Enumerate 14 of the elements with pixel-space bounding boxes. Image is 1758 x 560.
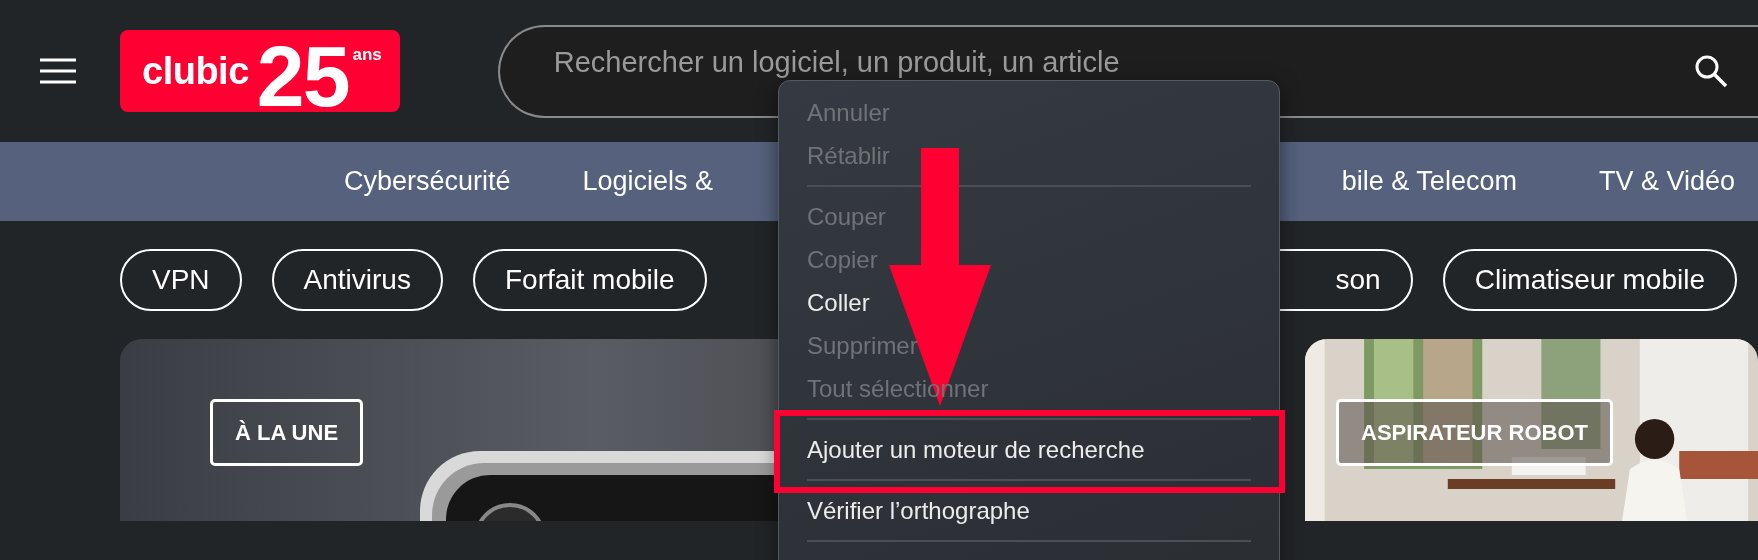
card-tag[interactable]: À LA UNE bbox=[210, 399, 364, 466]
nav-link[interactable]: TV & Vidéo bbox=[1598, 161, 1735, 202]
category-chip[interactable]: Antivirus bbox=[271, 249, 443, 311]
menu-icon[interactable] bbox=[40, 58, 76, 84]
search-icon[interactable] bbox=[1694, 53, 1728, 88]
category-chip[interactable]: VPN bbox=[120, 249, 242, 311]
category-chip[interactable]: Climatiseur mobile bbox=[1442, 249, 1737, 311]
menu-item[interactable]: Ajouter un moteur de recherche bbox=[779, 428, 1279, 471]
nav-link[interactable]: Cybersécurité bbox=[344, 161, 511, 202]
nav-link[interactable]: bile & Telecom bbox=[1341, 161, 1517, 202]
category-chip[interactable]: Forfait mobile bbox=[472, 249, 707, 311]
menu-item[interactable]: Vérifier l’orthographe bbox=[779, 489, 1279, 532]
nav-link[interactable]: Logiciels & bbox=[582, 161, 714, 202]
card-tag[interactable]: ASPIRATEUR ROBOT bbox=[1336, 399, 1613, 466]
